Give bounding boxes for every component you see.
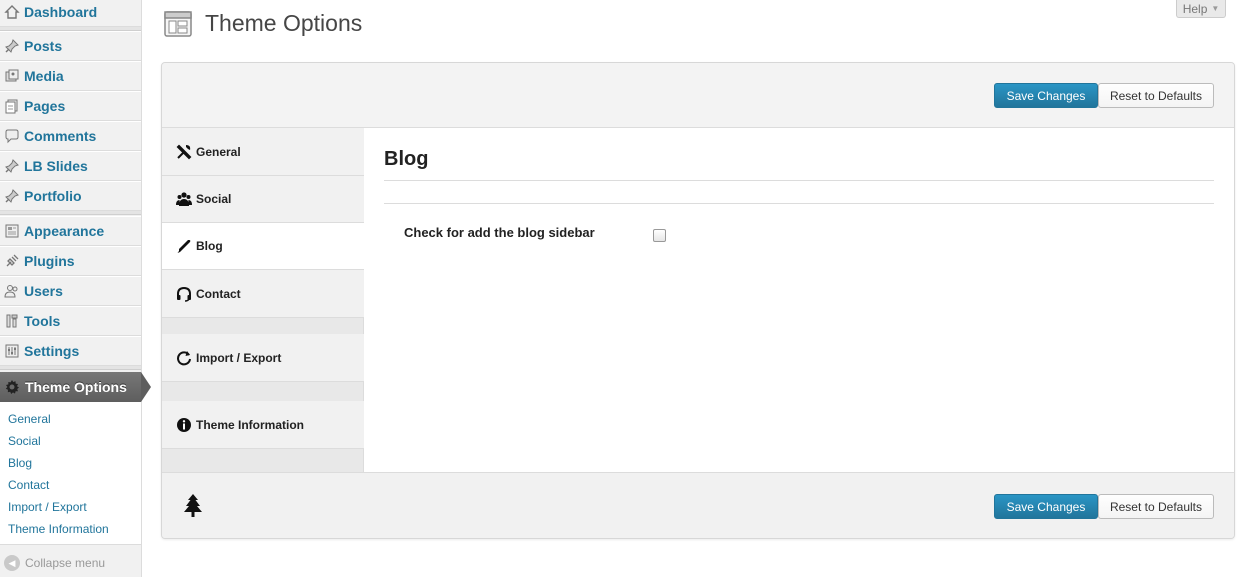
- menu-item-label: Dashboard: [24, 4, 98, 20]
- page-title: Theme Options: [205, 10, 363, 36]
- plugin-icon: [3, 252, 21, 270]
- menu-item-label: Users: [24, 283, 63, 299]
- appearance-icon: [3, 222, 21, 240]
- menu-item-label: LB Slides: [24, 158, 88, 174]
- save-changes-button-top[interactable]: Save Changes: [994, 83, 1098, 108]
- users-icon: [176, 191, 192, 207]
- options-panel: Save Changes Reset to Defaults General S…: [161, 62, 1235, 539]
- tab-label: General: [196, 144, 241, 159]
- reset-defaults-button-top[interactable]: Reset to Defaults: [1098, 83, 1214, 108]
- tab-blog[interactable]: Blog: [162, 223, 365, 270]
- menu-item-theme-options[interactable]: Theme Options: [0, 372, 151, 402]
- submenu-item-contact[interactable]: Contact: [0, 474, 141, 496]
- blog-sidebar-option-label: Check for add the blog sidebar: [404, 225, 595, 240]
- tab-label: Blog: [196, 239, 223, 253]
- menu-item-label: Media: [24, 68, 64, 84]
- panel-footer: Save Changes Reset to Defaults: [162, 472, 1234, 538]
- menu-separator: [0, 211, 141, 215]
- options-content: Blog Check for add the blog sidebar: [364, 128, 1234, 472]
- submenu-item-import-export[interactable]: Import / Export: [0, 496, 141, 518]
- submenu-item-social[interactable]: Social: [0, 430, 141, 452]
- admin-sidebar: Dashboard Posts Media Pages Comments LB …: [0, 0, 151, 577]
- menu-separator: [0, 366, 141, 370]
- tab-label: Import / Export: [196, 350, 282, 365]
- menu-item-label: Settings: [24, 343, 80, 359]
- wrench-icon: [176, 144, 192, 160]
- menu-item-portfolio[interactable]: Portfolio: [0, 181, 141, 211]
- menu-item-plugins[interactable]: Plugins: [0, 246, 141, 276]
- theme-options-submenu: General Social Blog Contact Import / Exp…: [0, 402, 141, 545]
- menu-item-label: Theme Options: [25, 379, 127, 395]
- menu-item-comments[interactable]: Comments: [0, 121, 141, 151]
- comment-icon: [3, 127, 21, 145]
- submenu-item-theme-information[interactable]: Theme Information: [0, 518, 141, 540]
- menu-item-lb-slides[interactable]: LB Slides: [0, 151, 141, 181]
- menu-item-label: Appearance: [24, 223, 105, 239]
- media-icon: [3, 67, 21, 85]
- active-menu-arrow: [141, 372, 151, 402]
- info-icon: [176, 417, 192, 433]
- menu-item-settings[interactable]: Settings: [0, 336, 141, 366]
- tree-icon: [181, 493, 205, 519]
- panel-header: Save Changes Reset to Defaults: [162, 63, 1234, 128]
- settings-icon: [3, 342, 21, 360]
- pin-icon: [3, 37, 21, 55]
- tab-theme-information[interactable]: Theme Information: [162, 401, 364, 449]
- menu-item-label: Posts: [24, 38, 63, 54]
- pencil-icon: [176, 238, 192, 254]
- pin-icon: [3, 157, 21, 175]
- tab-contact[interactable]: Contact: [162, 270, 364, 318]
- tools-icon: [3, 312, 21, 330]
- menu-item-label: Plugins: [24, 253, 75, 269]
- menu-item-label: Portfolio: [24, 188, 82, 204]
- gear-icon: [3, 378, 21, 396]
- menu-item-pages[interactable]: Pages: [0, 91, 141, 121]
- tab-social[interactable]: Social: [162, 176, 364, 223]
- blog-sidebar-checkbox[interactable]: [653, 229, 666, 242]
- tab-label: Social: [196, 192, 232, 206]
- chevron-down-icon: ▼: [1211, 4, 1220, 13]
- pages-icon: [3, 97, 21, 115]
- help-tab[interactable]: Help ▼: [1176, 0, 1226, 18]
- dashboard-icon: [3, 3, 21, 21]
- options-tab-list: General Social Blog Contact Import / Exp: [162, 128, 365, 472]
- menu-item-dashboard[interactable]: Dashboard: [0, 0, 141, 27]
- menu-item-media[interactable]: Media: [0, 61, 141, 91]
- tab-label: Theme Information: [196, 417, 305, 432]
- collapse-arrow-icon: ◀: [4, 555, 20, 571]
- pin-icon: [3, 187, 21, 205]
- section-divider: [384, 180, 1214, 181]
- tab-import-export[interactable]: Import / Export: [162, 334, 364, 382]
- submenu-item-general[interactable]: General: [0, 408, 141, 430]
- help-label: Help: [1182, 1, 1208, 16]
- menu-item-label: Tools: [24, 313, 61, 329]
- theme-options-page-icon: [163, 9, 193, 39]
- menu-item-users[interactable]: Users: [0, 276, 141, 306]
- collapse-menu-label: Collapse menu: [25, 556, 106, 570]
- menu-item-label: Comments: [24, 128, 97, 144]
- section-title: Blog: [384, 148, 429, 170]
- headset-icon: [176, 286, 192, 302]
- users-icon: [3, 282, 21, 300]
- menu-item-label: Pages: [24, 98, 66, 114]
- reset-defaults-button-bottom[interactable]: Reset to Defaults: [1098, 494, 1214, 519]
- save-changes-button-bottom[interactable]: Save Changes: [994, 494, 1098, 519]
- section-divider: [384, 203, 1214, 204]
- submenu-item-blog[interactable]: Blog: [0, 452, 141, 474]
- menu-item-posts[interactable]: Posts: [0, 31, 141, 61]
- tab-general[interactable]: General: [162, 128, 364, 176]
- collapse-menu-button[interactable]: ◀ Collapse menu: [0, 551, 141, 575]
- menu-item-appearance[interactable]: Appearance: [0, 216, 141, 246]
- refresh-icon: [176, 350, 192, 366]
- menu-item-tools[interactable]: Tools: [0, 306, 141, 336]
- tab-label: Contact: [196, 286, 241, 301]
